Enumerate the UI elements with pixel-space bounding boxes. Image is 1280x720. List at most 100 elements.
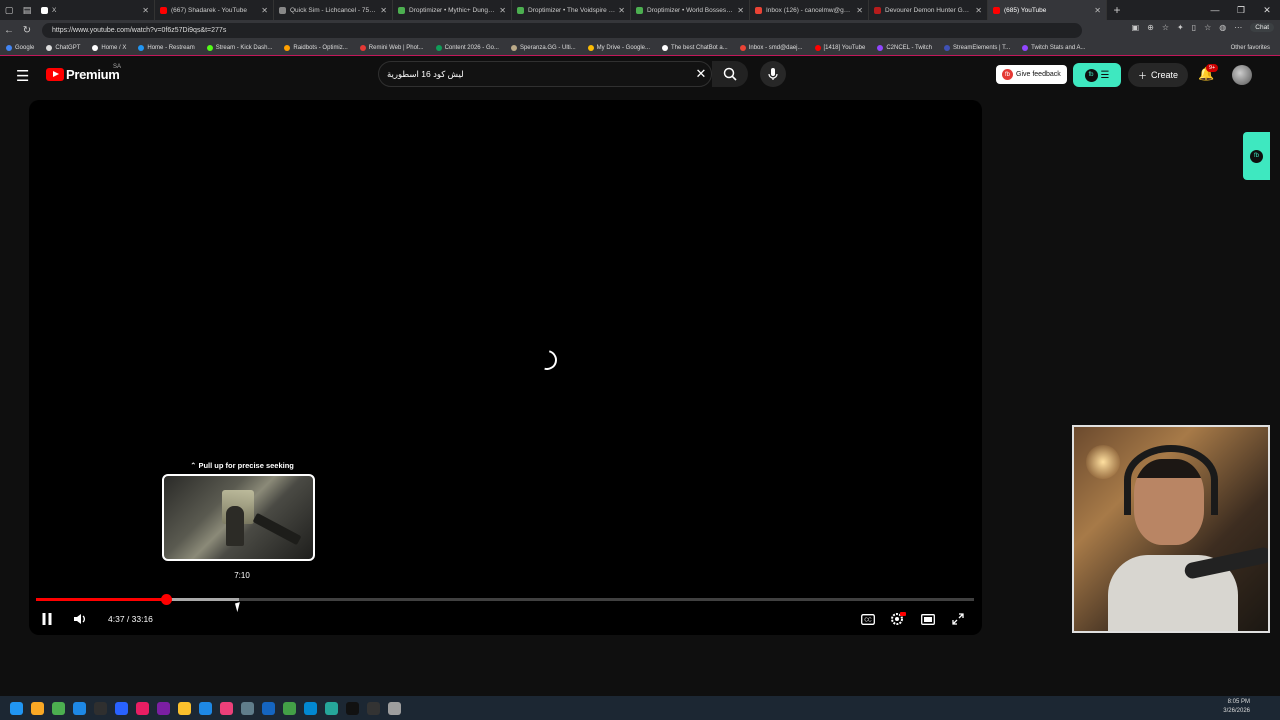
- close-window-button[interactable]: ✕: [1254, 0, 1280, 20]
- back-icon[interactable]: ←: [0, 25, 18, 36]
- browser-tab[interactable]: Droptimizer • The Voidspire • Heroic✕: [512, 0, 631, 20]
- bookmark-item[interactable]: C2NCEL - Twitch: [871, 44, 938, 51]
- restore-button[interactable]: ❐: [1228, 0, 1254, 20]
- taskbar-app-icon[interactable]: [346, 701, 359, 715]
- bookmark-item[interactable]: Stream - Kick Dash...: [201, 44, 279, 51]
- progress-bar[interactable]: [36, 594, 974, 605]
- split-screen-icon[interactable]: ▯: [1192, 23, 1196, 32]
- close-tab-icon[interactable]: ✕: [975, 6, 982, 15]
- system-clock[interactable]: 8:05 PM 3/26/2026: [1223, 698, 1250, 716]
- taskbar-app-icon[interactable]: [325, 701, 338, 715]
- exit-fullscreen-button[interactable]: [949, 609, 967, 629]
- taskbar-app-icon[interactable]: [199, 701, 212, 715]
- bookmark-item[interactable]: [1418] YouTube: [809, 44, 872, 51]
- taskbar-app-icon[interactable]: [10, 701, 23, 715]
- bookmark-item[interactable]: ChatGPT: [40, 44, 86, 51]
- create-button[interactable]: ＋ Create: [1128, 63, 1188, 87]
- minimize-button[interactable]: —: [1202, 0, 1228, 20]
- extensions-icon[interactable]: ✦: [1177, 23, 1184, 32]
- taskbar-app-icon[interactable]: [388, 701, 401, 715]
- url-field[interactable]: https://www.youtube.com/watch?v=0f6z57Di…: [42, 22, 1082, 38]
- bookmark-item[interactable]: Content 2026 - Go...: [430, 44, 505, 51]
- bookmark-item[interactable]: Twitch Stats and A...: [1016, 44, 1091, 51]
- favorite-star-icon[interactable]: ☆: [1162, 23, 1169, 32]
- browser-tab[interactable]: X ✕: [36, 0, 155, 20]
- bookmark-item[interactable]: The best ChatBot a...: [656, 44, 734, 51]
- taskbar-app-icon[interactable]: [304, 701, 317, 715]
- subtitles-button[interactable]: CC: [859, 609, 877, 629]
- close-tab-icon[interactable]: ✕: [380, 6, 387, 15]
- close-tab-icon[interactable]: ✕: [142, 6, 149, 15]
- bookmark-item[interactable]: Home / X: [86, 44, 132, 51]
- side-extension-tab[interactable]: fb: [1243, 132, 1270, 180]
- tab-actions-icon[interactable]: ▢: [0, 0, 18, 20]
- taskbar-app-icon[interactable]: [220, 701, 233, 715]
- clear-search-icon[interactable]: ✕: [691, 66, 711, 82]
- vertical-tabs-icon[interactable]: ▤: [18, 0, 36, 20]
- browser-tab[interactable]: Quick Sim - Lichcancel - 75,177 DPS✕: [274, 0, 393, 20]
- taskbar-app-icon[interactable]: [241, 701, 254, 715]
- menu-icon[interactable]: ☰: [16, 67, 29, 85]
- taskbar-app-icon[interactable]: [283, 701, 296, 715]
- bookmark-item[interactable]: StreamElements | T...: [938, 44, 1016, 51]
- video-player[interactable]: ⌃ Pull up for precise seeking 7:10 4:37 …: [29, 100, 982, 635]
- voice-search-button[interactable]: [760, 61, 786, 87]
- search-input[interactable]: ليش كود 16 اسطورية: [379, 69, 691, 80]
- taskbar-app-icon[interactable]: [367, 701, 380, 715]
- other-favorites[interactable]: Other favorites: [1231, 45, 1270, 51]
- taskbar-app-icon[interactable]: [262, 701, 275, 715]
- close-tab-icon[interactable]: ✕: [261, 6, 268, 15]
- bookmark-item[interactable]: My Drive - Google...: [582, 44, 656, 51]
- close-tab-icon[interactable]: ✕: [1094, 6, 1101, 15]
- scrubber-handle[interactable]: [161, 594, 173, 605]
- bookmark-item[interactable]: Home - Restream: [132, 44, 200, 51]
- browser-tab[interactable]: Devourer Demon Hunter Gear and✕: [869, 0, 988, 20]
- browser-tab[interactable]: (685) YouTube ✕: [988, 0, 1107, 20]
- pause-icon: [42, 613, 52, 625]
- bookmark-label: Content 2026 - Go...: [444, 44, 499, 51]
- taskbar-app-icon[interactable]: [94, 701, 107, 715]
- taskbar-app-icon[interactable]: [31, 701, 44, 715]
- taskbar-apps: [6, 701, 405, 715]
- bookmark-item[interactable]: Raidbots - Optimiz...: [278, 44, 353, 51]
- taskbar-app-icon[interactable]: [157, 701, 170, 715]
- profile-icon[interactable]: ◍: [1219, 23, 1226, 32]
- taskbar-app-icon[interactable]: [178, 701, 191, 715]
- bookmark-item[interactable]: Remini Web | Phot...: [354, 44, 430, 51]
- theater-mode-button[interactable]: [919, 609, 937, 629]
- close-tab-icon[interactable]: ✕: [856, 6, 863, 15]
- taskbar-app-icon[interactable]: [136, 701, 149, 715]
- browser-tab[interactable]: Droptimizer • Mythic+ Dungeons ✕: [393, 0, 512, 20]
- search-box[interactable]: ليش كود 16 اسطورية ✕: [378, 61, 712, 87]
- volume-button[interactable]: [71, 609, 87, 629]
- extension-menu-button[interactable]: fb ☰: [1073, 63, 1121, 87]
- bookmark-item[interactable]: Google: [0, 44, 40, 51]
- zoom-icon[interactable]: ⊕: [1147, 23, 1154, 32]
- give-feedback-button[interactable]: fb Give feedback: [996, 65, 1067, 84]
- app-icon[interactable]: ▣: [1132, 23, 1140, 32]
- close-tab-icon[interactable]: ✕: [618, 6, 625, 15]
- browser-tab[interactable]: Inbox (126) - cancelmw@gmail.com✕: [750, 0, 869, 20]
- copilot-chat-button[interactable]: Chat: [1250, 23, 1274, 32]
- taskbar-app-icon[interactable]: [115, 701, 128, 715]
- taskbar-app-icon[interactable]: [73, 701, 86, 715]
- browser-tab[interactable]: Droptimizer • World Bosses - Lich ✕: [631, 0, 750, 20]
- bookmark-favicon-icon: [435, 44, 442, 51]
- browser-tab[interactable]: (667) Shadarek - YouTube ✕: [155, 0, 274, 20]
- search-button[interactable]: [712, 61, 748, 87]
- reload-icon[interactable]: ↻: [18, 25, 36, 36]
- new-tab-button[interactable]: +: [1107, 3, 1127, 17]
- close-tab-icon[interactable]: ✕: [499, 6, 506, 15]
- taskbar-app-icon[interactable]: [52, 701, 65, 715]
- tab-favicon-icon: [755, 6, 762, 14]
- youtube-logo[interactable]: Premium SA: [46, 64, 121, 82]
- settings-menu-icon[interactable]: ⋯: [1234, 23, 1242, 32]
- settings-button[interactable]: [889, 609, 907, 629]
- tab-title: (685) YouTube: [1004, 6, 1047, 14]
- pause-button[interactable]: [39, 609, 55, 629]
- close-tab-icon[interactable]: ✕: [737, 6, 744, 15]
- bookmark-item[interactable]: Inbox - smd@daej...: [734, 44, 809, 51]
- avatar[interactable]: [1232, 65, 1252, 85]
- favorites-icon[interactable]: ☆: [1204, 23, 1211, 32]
- bookmark-item[interactable]: Speranza.GG - Ulti...: [505, 44, 582, 51]
